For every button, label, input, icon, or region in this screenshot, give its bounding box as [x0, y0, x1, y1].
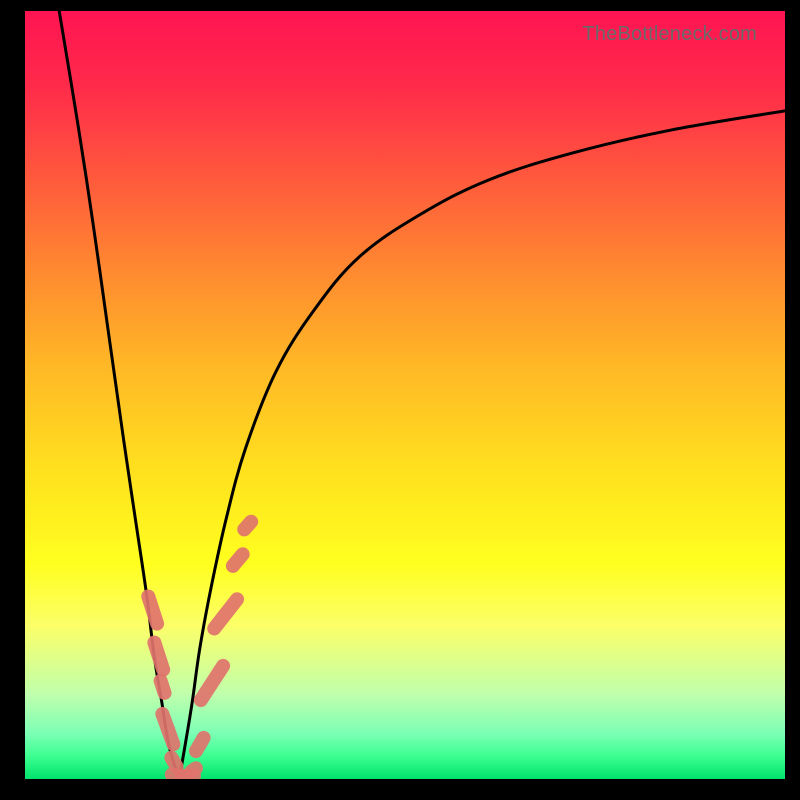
chart-svg — [25, 11, 785, 779]
marker-11 — [223, 544, 252, 575]
marker-1 — [146, 634, 172, 679]
curve-right-branch — [179, 111, 785, 779]
marker-2 — [152, 672, 174, 702]
marker-3 — [153, 705, 182, 753]
marker-10 — [204, 589, 246, 638]
marker-12 — [234, 512, 261, 539]
plot-area: TheBottleneck.com — [25, 11, 785, 779]
chart-frame: TheBottleneck.com — [0, 0, 800, 800]
marker-8 — [186, 728, 213, 760]
marker-0 — [139, 588, 165, 633]
